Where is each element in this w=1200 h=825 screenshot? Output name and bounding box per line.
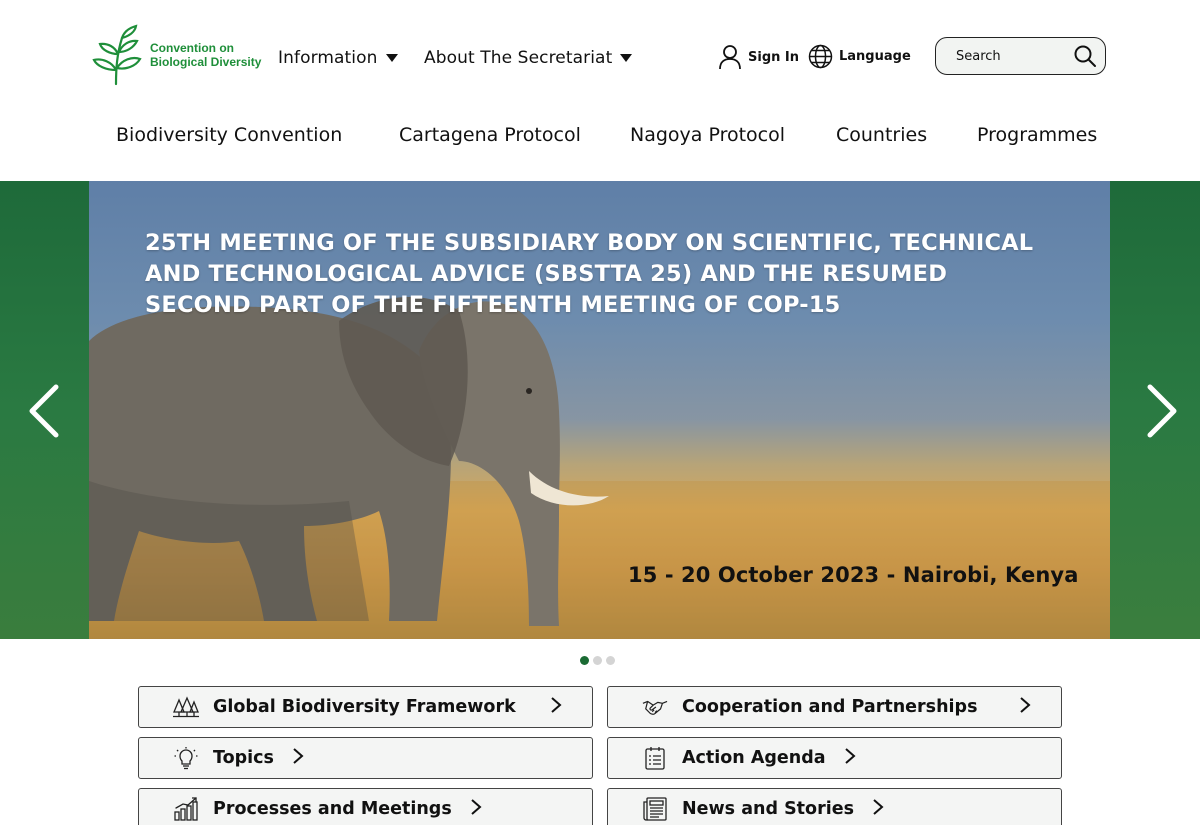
quick-link-processes-meetings[interactable]: Processes and Meetings	[138, 788, 593, 825]
quick-link-label: Processes and Meetings	[213, 799, 452, 819]
lightbulb-icon	[173, 745, 199, 771]
logo-line-2: Biological Diversity	[150, 55, 262, 69]
quick-link-topics[interactable]: Topics	[138, 737, 593, 779]
search-box	[935, 37, 1106, 75]
quick-link-label: Action Agenda	[682, 748, 826, 768]
sign-in-link[interactable]: Sign In	[718, 44, 799, 70]
hero-headline[interactable]: 25th Meeting of the Subsidiary Body on S…	[145, 228, 1045, 321]
logo-wordmark: Convention on Biological Diversity	[150, 41, 261, 69]
carousel-dot-2[interactable]	[593, 656, 602, 665]
quick-link-news-stories[interactable]: News and Stories	[607, 788, 1062, 825]
quick-link-global-biodiversity-framework[interactable]: Global Biodiversity Framework	[138, 686, 593, 728]
search-icon[interactable]	[1073, 44, 1097, 68]
globe-icon	[808, 44, 833, 69]
user-icon	[718, 44, 742, 70]
chevron-left-icon	[29, 384, 59, 438]
carousel-indicators	[580, 656, 615, 665]
nav-biodiversity-convention[interactable]: Biodiversity Convention	[116, 124, 342, 146]
sign-in-label: Sign In	[748, 49, 799, 65]
quick-link-label: Topics	[213, 748, 274, 768]
bar-chart-icon	[173, 796, 199, 822]
chevron-right-icon	[1019, 696, 1031, 719]
quick-link-label: Cooperation and Partnerships	[682, 697, 978, 717]
cbd-logo[interactable]: Convention on Biological Diversity	[92, 24, 261, 86]
next-slide-button[interactable]	[1138, 381, 1182, 441]
nav-nagoya-protocol[interactable]: Nagoya Protocol	[630, 124, 785, 146]
quick-link-label: Global Biodiversity Framework	[213, 697, 516, 717]
quick-link-label: News and Stories	[682, 799, 854, 819]
information-menu-label: Information	[278, 48, 378, 68]
previous-slide-button[interactable]	[24, 381, 68, 441]
chevron-right-icon	[844, 747, 856, 770]
main-navigation: Biodiversity Convention Cartagena Protoc…	[0, 124, 1200, 150]
hero-carousel: 25th Meeting of the Subsidiary Body on S…	[0, 181, 1200, 639]
chevron-right-icon	[872, 798, 884, 821]
language-label: Language	[839, 49, 911, 64]
quick-links-grid: Global Biodiversity Framework Cooperatio…	[138, 686, 1062, 825]
about-secretariat-menu[interactable]: About The Secretariat	[424, 48, 633, 68]
caret-down-icon	[385, 54, 398, 62]
caret-down-icon	[620, 54, 633, 62]
leaf-logo-icon	[92, 24, 144, 86]
nav-cartagena-protocol[interactable]: Cartagena Protocol	[399, 124, 581, 146]
forest-icon	[173, 694, 199, 720]
quick-link-cooperation-partnerships[interactable]: Cooperation and Partnerships	[607, 686, 1062, 728]
chevron-right-icon	[1147, 384, 1177, 438]
quick-link-action-agenda[interactable]: Action Agenda	[607, 737, 1062, 779]
newspaper-icon	[642, 796, 668, 822]
hero-date-location: 15 - 20 October 2023 - Nairobi, Kenya	[628, 563, 1079, 587]
logo-line-1: Convention on	[150, 41, 234, 55]
carousel-dot-1[interactable]	[580, 656, 589, 665]
language-selector[interactable]: Language	[808, 44, 911, 69]
chevron-right-icon	[292, 747, 304, 770]
nav-programmes[interactable]: Programmes	[977, 124, 1097, 146]
chevron-right-icon	[470, 798, 482, 821]
search-input[interactable]	[956, 48, 1066, 64]
carousel-dot-3[interactable]	[606, 656, 615, 665]
nav-countries[interactable]: Countries	[836, 124, 927, 146]
information-menu[interactable]: Information	[278, 48, 398, 68]
chevron-right-icon	[550, 696, 562, 719]
about-secretariat-menu-label: About The Secretariat	[424, 48, 613, 68]
checklist-icon	[642, 745, 668, 771]
handshake-icon	[642, 694, 668, 720]
